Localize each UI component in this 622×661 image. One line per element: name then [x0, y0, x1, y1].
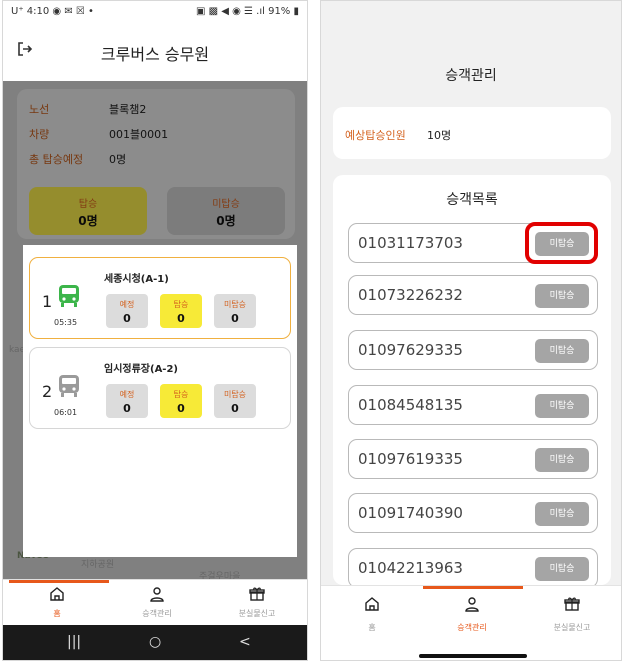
passenger-row: 01097629335 미탑승 [348, 330, 598, 370]
tab-lost-item-report[interactable]: 분실물신고 [207, 580, 307, 626]
passenger-phone: 01031173703 [358, 234, 463, 252]
expected-label: 예상탑승인원 [345, 129, 406, 142]
page-title: 승객관리 [445, 68, 497, 84]
board-status-button[interactable]: 미탑승 [535, 339, 589, 363]
bottom-tab-bar: 홈 승객관리 분실물신고 [3, 579, 307, 626]
count-value: 0 [123, 312, 131, 325]
recent-apps-button[interactable]: ||| [67, 634, 81, 650]
count-not-boarded: 미탑승 0 [214, 384, 256, 418]
stop-list-modal: 1 05:35 세종시청(A-1) 예정 0 탑승 0 미탑승 0 2 06:0… [23, 245, 297, 557]
passenger-phone: 01084548135 [358, 396, 463, 414]
count-label: 예정 [119, 300, 135, 309]
board-status-button[interactable]: 미탑승 [535, 502, 589, 526]
page-title: 크루버스 승무원 [100, 45, 210, 64]
bus-icon [58, 374, 80, 398]
passenger-phone: 01042213963 [358, 559, 463, 577]
stop-name: 임시정류장(A-2) [104, 364, 178, 375]
right-phone-screen: 승객관리 예상탑승인원 10명 승객목록 01031173703 미탑승 010… [320, 0, 622, 661]
passenger-phone: 01097629335 [358, 341, 463, 359]
home-icon [322, 596, 422, 614]
stop-card[interactable]: 1 05:35 세종시청(A-1) 예정 0 탑승 0 미탑승 0 [29, 257, 291, 339]
bottom-tab-bar: 홈 승객관리 분실물신고 [321, 585, 621, 660]
passenger-row: 01097619335 미탑승 [348, 439, 598, 479]
passenger-phone: 01097619335 [358, 450, 463, 468]
count-label: 탑승 [173, 300, 189, 309]
passenger-phone: 01091740390 [358, 504, 463, 522]
count-expected: 예정 0 [106, 294, 148, 328]
home-button[interactable]: ○ [149, 634, 161, 650]
stop-number: 2 [42, 382, 53, 401]
tab-lost-item-report[interactable]: 분실물신고 [522, 586, 621, 632]
person-icon [107, 586, 207, 604]
count-value: 0 [231, 312, 239, 325]
board-status-button[interactable]: 미탑승 [535, 448, 589, 472]
tab-label: 홈 [53, 609, 61, 618]
gift-icon [522, 596, 621, 614]
status-bar: U⁺ 4:10 ◉ ✉ ☒ • ▣ ▩ ◀ ◉ ☰ .ıl 91% ▮ [3, 1, 307, 23]
passenger-row: 01084548135 미탑승 [348, 385, 598, 425]
passenger-list-title: 승객목록 [446, 192, 498, 208]
tab-label: 승객관리 [457, 623, 487, 632]
status-right: ▣ ▩ ◀ ◉ ☰ .ıl 91% ▮ [196, 6, 299, 17]
expected-value: 10명 [427, 129, 452, 142]
tab-label: 승객관리 [142, 609, 172, 618]
passenger-row: 01091740390 미탑승 [348, 493, 598, 533]
gift-icon [207, 586, 307, 604]
status-left: U⁺ 4:10 ◉ ✉ ☒ • [11, 6, 94, 17]
stop-number: 1 [42, 292, 53, 311]
android-nav-bar: ||| ○ < [3, 625, 307, 660]
count-label: 탑승 [173, 390, 189, 399]
tab-home[interactable]: 홈 [7, 580, 107, 626]
stop-card[interactable]: 2 06:01 임시정류장(A-2) 예정 0 탑승 0 미탑승 0 [29, 347, 291, 429]
count-not-boarded: 미탑승 0 [214, 294, 256, 328]
count-value: 0 [177, 312, 185, 325]
tab-label: 분실물신고 [238, 609, 276, 618]
passenger-row: 01073226232 미탑승 [348, 275, 598, 315]
stop-name: 세종시청(A-1) [104, 274, 169, 285]
count-value: 0 [123, 402, 131, 415]
tab-label: 분실물신고 [553, 623, 591, 632]
count-value: 0 [177, 402, 185, 415]
tab-passenger-management[interactable]: 승객관리 [107, 580, 207, 626]
back-button[interactable]: < [239, 634, 251, 650]
expected-passengers-card: 예상탑승인원 10명 [333, 107, 611, 159]
count-label: 예정 [119, 390, 135, 399]
count-label: 미탑승 [223, 390, 247, 399]
person-icon [422, 596, 522, 614]
left-phone-screen: U⁺ 4:10 ◉ ✉ ☒ • ▣ ▩ ◀ ◉ ☰ .ıl 91% ▮ 크루버스… [2, 0, 308, 661]
bus-icon [58, 284, 80, 308]
count-value: 0 [231, 402, 239, 415]
count-boarded: 탑승 0 [160, 294, 202, 328]
count-boarded: 탑승 0 [160, 384, 202, 418]
highlight-box [525, 222, 598, 264]
app-header: 크루버스 승무원 [3, 23, 307, 81]
tab-label: 홈 [368, 623, 376, 632]
stop-time: 05:35 [54, 318, 78, 327]
board-status-button[interactable]: 미탑승 [535, 284, 589, 308]
tab-passenger-management[interactable]: 승객관리 [422, 586, 522, 632]
board-status-button[interactable]: 미탑승 [535, 394, 589, 418]
home-indicator[interactable] [419, 654, 527, 658]
tab-home[interactable]: 홈 [322, 586, 422, 632]
passenger-phone: 01073226232 [358, 286, 463, 304]
stop-time: 06:01 [54, 408, 78, 417]
count-expected: 예정 0 [106, 384, 148, 418]
board-status-button[interactable]: 미탑승 [535, 557, 589, 581]
home-icon [7, 586, 107, 604]
count-label: 미탑승 [223, 300, 247, 309]
passenger-row: 01042213963 미탑승 [348, 548, 598, 585]
